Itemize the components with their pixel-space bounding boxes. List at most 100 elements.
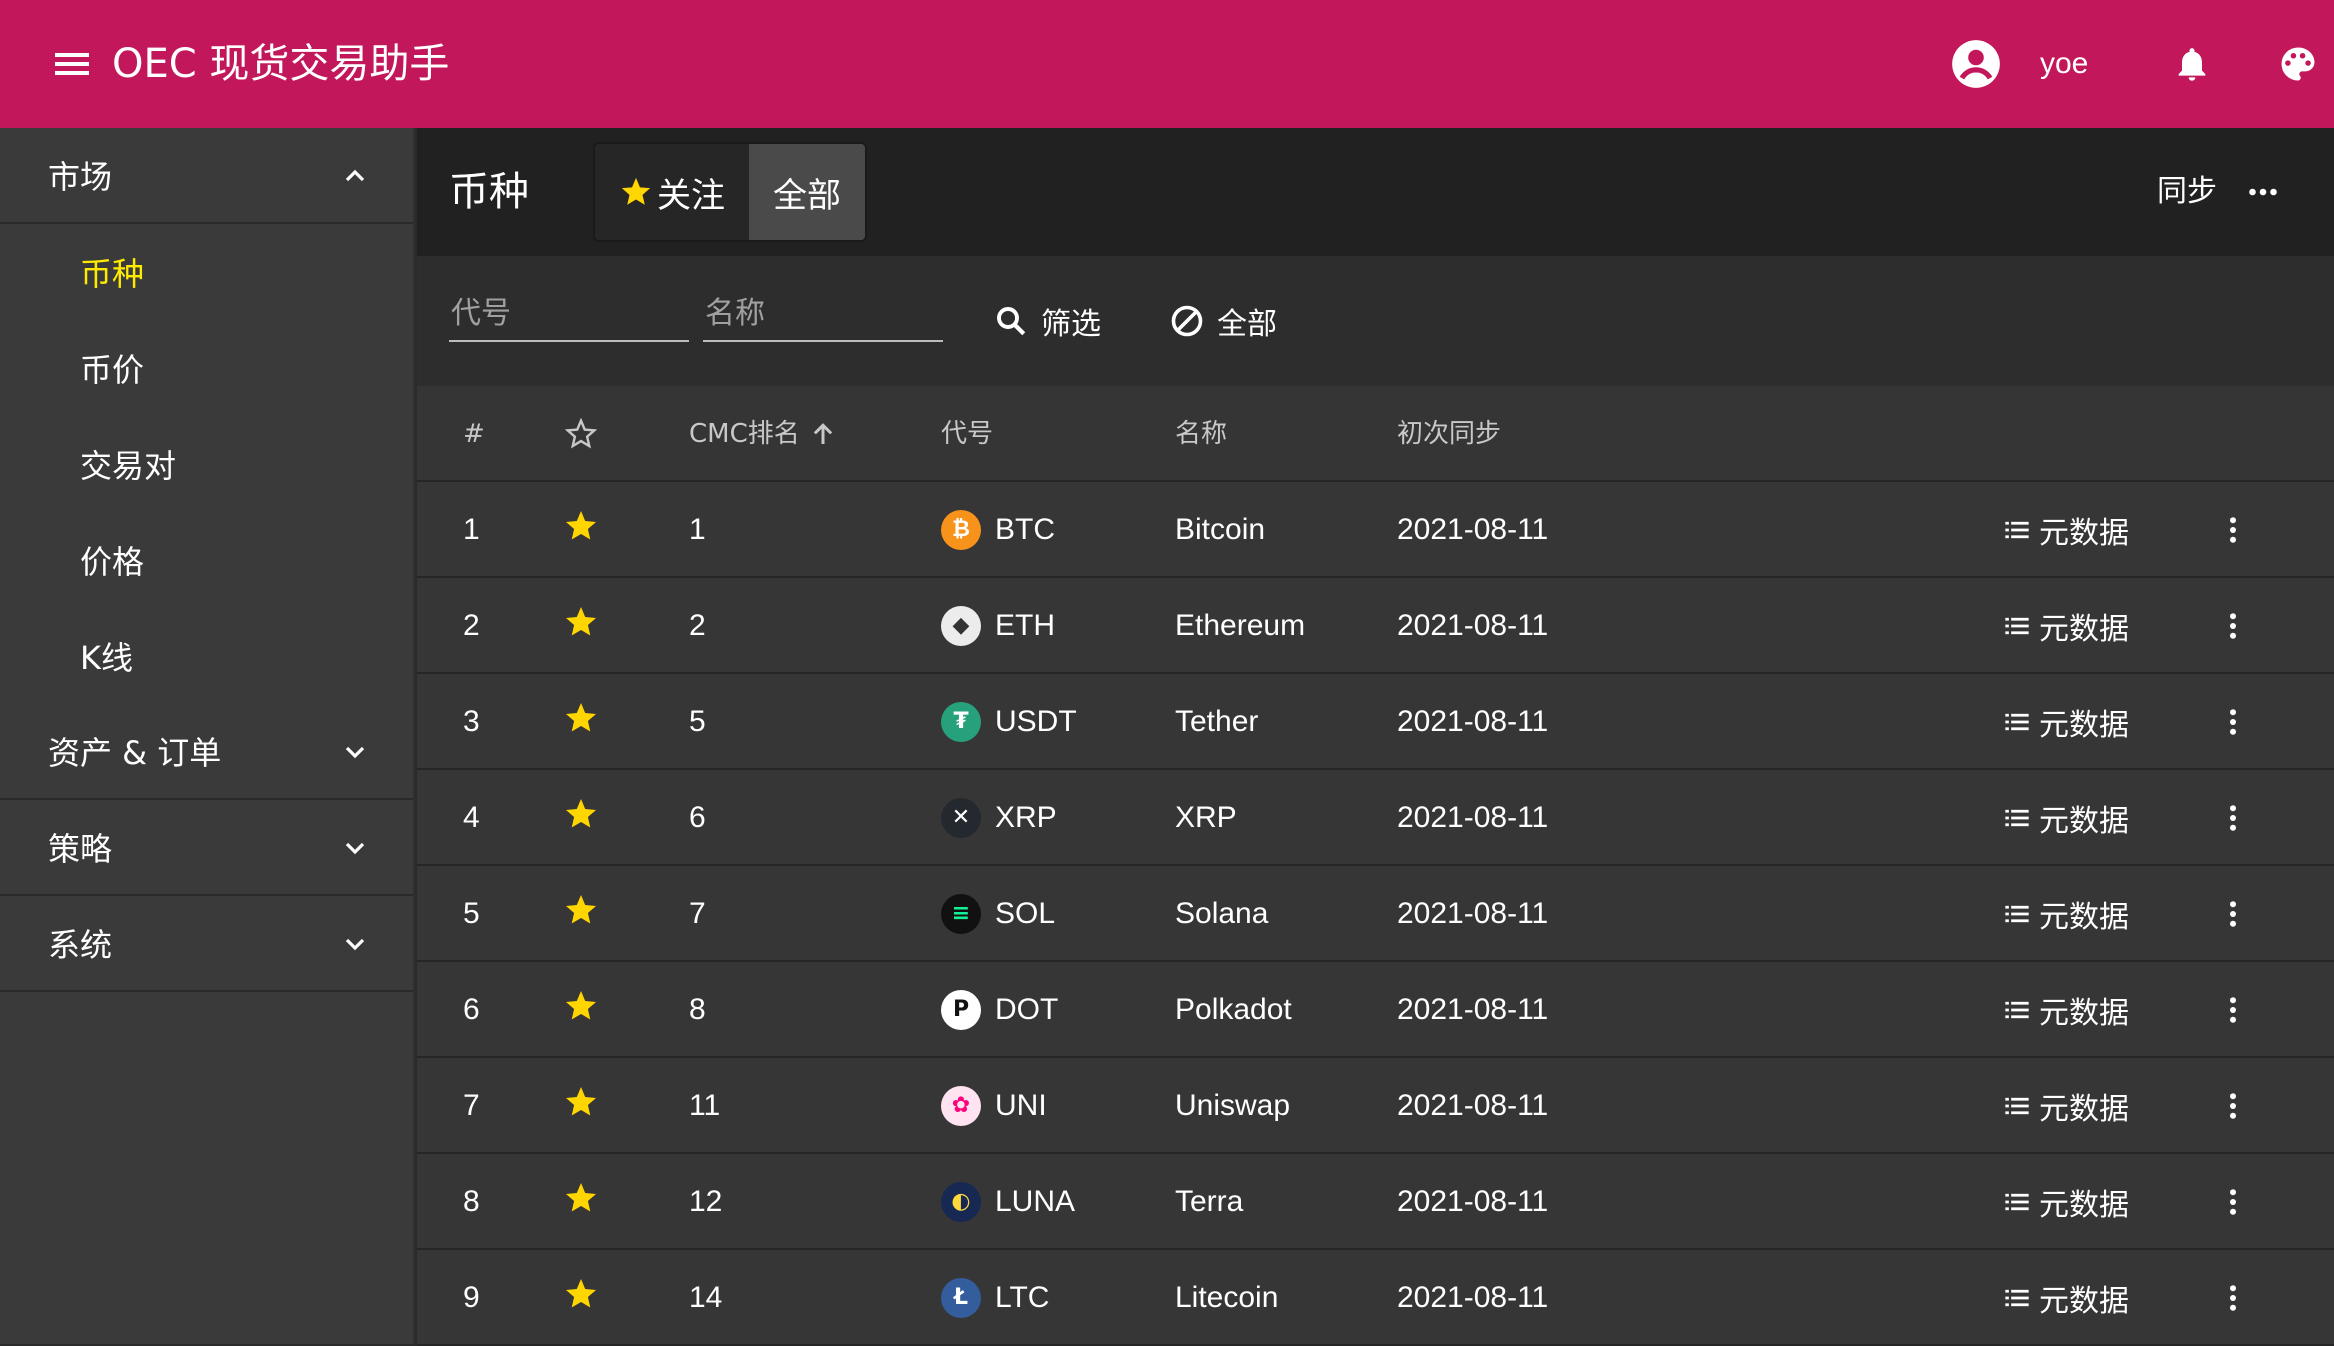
metadata-label: 元数据 [2039,708,2129,743]
ltc-icon: Ł [941,1278,981,1318]
list-icon [2005,809,2029,827]
table-row[interactable]: 1 1 ₿ BTC Bitcoin 2021-08-11 元数据 [417,482,2334,578]
chevron-down-icon [345,746,365,759]
account-circle-icon[interactable] [1950,38,2002,90]
sidebar-item-coins[interactable]: 币种 [0,224,413,320]
more-vertical-icon[interactable] [2215,1280,2251,1316]
more-vertical-icon[interactable] [2215,608,2251,644]
metadata-button[interactable]: 元数据 [2003,896,2129,935]
star-icon [621,177,651,205]
more-vertical-icon[interactable] [2215,800,2251,836]
star-icon[interactable] [563,700,599,736]
more-vertical-icon[interactable] [2215,1088,2251,1124]
metadata-button[interactable]: 元数据 [2003,1088,2129,1127]
metadata-label: 元数据 [2039,996,2129,1031]
more-vertical-icon[interactable] [2215,1184,2251,1220]
header-code: 代号 [941,419,994,449]
table-row[interactable]: 3 5 ₮ USDT Tether 2021-08-11 元数据 [417,674,2334,770]
metadata-button[interactable]: 元数据 [2003,1280,2129,1319]
nav-group-system[interactable]: 系统 [0,896,413,992]
nav-group-assets-orders[interactable]: 资产 & 订单 [0,704,413,800]
filter-button-label: 筛选 [1041,307,1101,342]
sidebar-item-coin-prices[interactable]: 币价 [0,320,413,416]
table-row[interactable]: 6 8 P DOT Polkadot 2021-08-11 元数据 [417,962,2334,1058]
cell-code: Ł LTC [941,1278,1049,1318]
clear-filter-button[interactable]: 全部 [1169,296,1277,346]
menu-button[interactable] [48,40,96,88]
table-row[interactable]: 5 7 ≡ SOL Solana 2021-08-11 元数据 [417,866,2334,962]
eth-icon: ◆ [941,606,981,646]
table-row[interactable]: 2 2 ◆ ETH Ethereum 2021-08-11 元数据 [417,578,2334,674]
code-field[interactable] [449,288,689,342]
toggle-follow-label: 关注 [657,175,725,216]
cell-name: Bitcoin [1175,513,1266,546]
username[interactable]: yoe [2040,44,2088,84]
cell-cmc-rank: 14 [689,1281,723,1314]
cell-first-sync: 2021-08-11 [1397,1185,1549,1218]
metadata-label: 元数据 [2039,900,2129,935]
star-icon[interactable] [563,1276,599,1312]
palette-icon[interactable] [2276,42,2320,86]
more-vertical-icon[interactable] [2215,896,2251,932]
code-filter-input[interactable] [449,288,689,338]
list-icon [2005,521,2029,539]
chevron-down-icon [345,938,365,951]
cell-code: P DOT [941,990,1059,1030]
metadata-button[interactable]: 元数据 [2003,704,2129,743]
star-icon[interactable] [563,1180,599,1216]
toggle-all[interactable]: 全部 [749,144,865,240]
metadata-button[interactable]: 元数据 [2003,800,2129,839]
cell-code-label: XRP [995,801,1057,834]
dot-icon: P [941,990,981,1030]
uni-icon: ✿ [941,1086,981,1126]
bell-icon[interactable] [2172,42,2212,86]
filter-button[interactable]: 筛选 [993,296,1101,346]
more-vertical-icon[interactable] [2215,704,2251,740]
xrp-icon: ✕ [941,798,981,838]
cell-code: ₿ BTC [941,510,1055,550]
table-row[interactable]: 4 6 ✕ XRP XRP 2021-08-11 元数据 [417,770,2334,866]
star-icon[interactable] [563,988,599,1024]
table-row[interactable]: 9 14 Ł LTC Litecoin 2021-08-11 元数据 [417,1250,2334,1346]
cell-code-label: DOT [995,993,1059,1026]
cell-index: 2 [463,609,480,642]
search-icon [997,307,1026,336]
more-vertical-icon[interactable] [2215,992,2251,1028]
cell-index: 7 [463,1089,480,1122]
nav-group-strategy[interactable]: 策略 [0,800,413,896]
star-icon[interactable] [563,508,599,544]
cell-index: 9 [463,1281,480,1314]
cell-name: Tether [1175,705,1259,738]
sync-button[interactable]: 同步 [2157,172,2217,212]
name-filter-input[interactable] [703,288,943,338]
cell-index: 6 [463,993,480,1026]
header-cmc-rank[interactable]: CMC排名 [689,416,838,452]
cell-name: Polkadot [1175,993,1292,1026]
sidebar-item-kline[interactable]: K线 [0,608,413,704]
metadata-button[interactable]: 元数据 [2003,1184,2129,1223]
metadata-button[interactable]: 元数据 [2003,992,2129,1031]
table-row[interactable]: 8 12 ◐ LUNA Terra 2021-08-11 元数据 [417,1154,2334,1250]
cell-name: XRP [1175,801,1237,834]
page-title: 币种 [449,169,529,215]
star-icon[interactable] [563,604,599,640]
more-vertical-icon[interactable] [2215,512,2251,548]
cell-first-sync: 2021-08-11 [1397,897,1549,930]
page-toolbar: 币种 关注 全部 同步 [417,128,2334,256]
star-icon[interactable] [563,796,599,832]
more-horizontal-icon[interactable] [2245,174,2281,210]
metadata-button[interactable]: 元数据 [2003,608,2129,647]
header-favorite[interactable] [565,416,597,452]
metadata-button[interactable]: 元数据 [2003,512,2129,551]
name-field[interactable] [703,288,943,342]
cell-code-label: ETH [995,609,1055,642]
toggle-follow[interactable]: 关注 [595,144,749,240]
star-icon[interactable] [563,1084,599,1120]
sidebar-item-trading-pairs[interactable]: 交易对 [0,416,413,512]
table-row[interactable]: 7 11 ✿ UNI Uniswap 2021-08-11 元数据 [417,1058,2334,1154]
star-icon[interactable] [563,892,599,928]
sidebar-item-prices[interactable]: 价格 [0,512,413,608]
metadata-label: 元数据 [2039,1092,2129,1127]
nav-group-market[interactable]: 市场 [0,128,413,224]
list-icon [2005,1289,2029,1307]
